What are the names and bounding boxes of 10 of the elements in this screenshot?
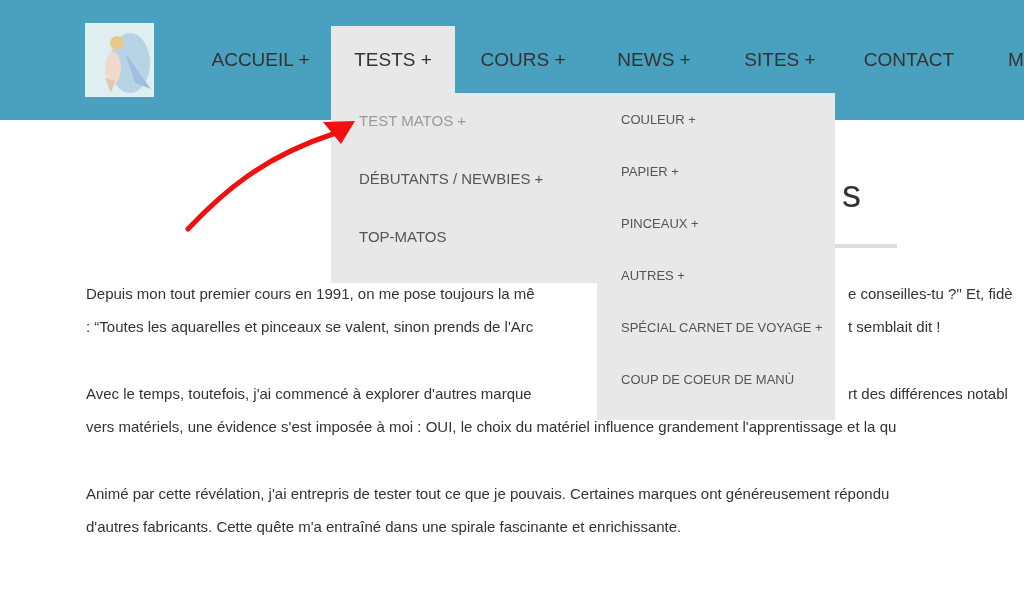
page-heading: s	[842, 172, 861, 216]
body-text: d'autres fabricants. Cette quête m'a entraîné dans une spirale fascinante et enrichissante.	[86, 517, 682, 538]
body-text: e conseilles-tu ?" Et, fidè	[848, 284, 1013, 305]
body-text: rt des différences notabl	[848, 384, 1008, 405]
body-text: Depuis mon tout premier cours en 1991, on me pose toujours la mê	[86, 284, 535, 305]
body-text: t semblait dit !	[848, 317, 941, 338]
body-text: vers matériels, une évidence s'est imposée à moi : OUI, le choix du matériel influence grandement l'apprentissage et la qu	[86, 417, 897, 438]
body-text: : “Toutes les aquarelles et pinceaux se valent, sinon prends de l'Arc	[86, 317, 534, 338]
body-text: Animé par cette révélation, j'ai entrepris de tester tout ce que je pouvais. Certaines marques ont généreusement répondu	[86, 484, 890, 505]
body-text: Avec le temps, toutefois, j'ai commencé à explorer d'autres marque	[86, 384, 532, 405]
